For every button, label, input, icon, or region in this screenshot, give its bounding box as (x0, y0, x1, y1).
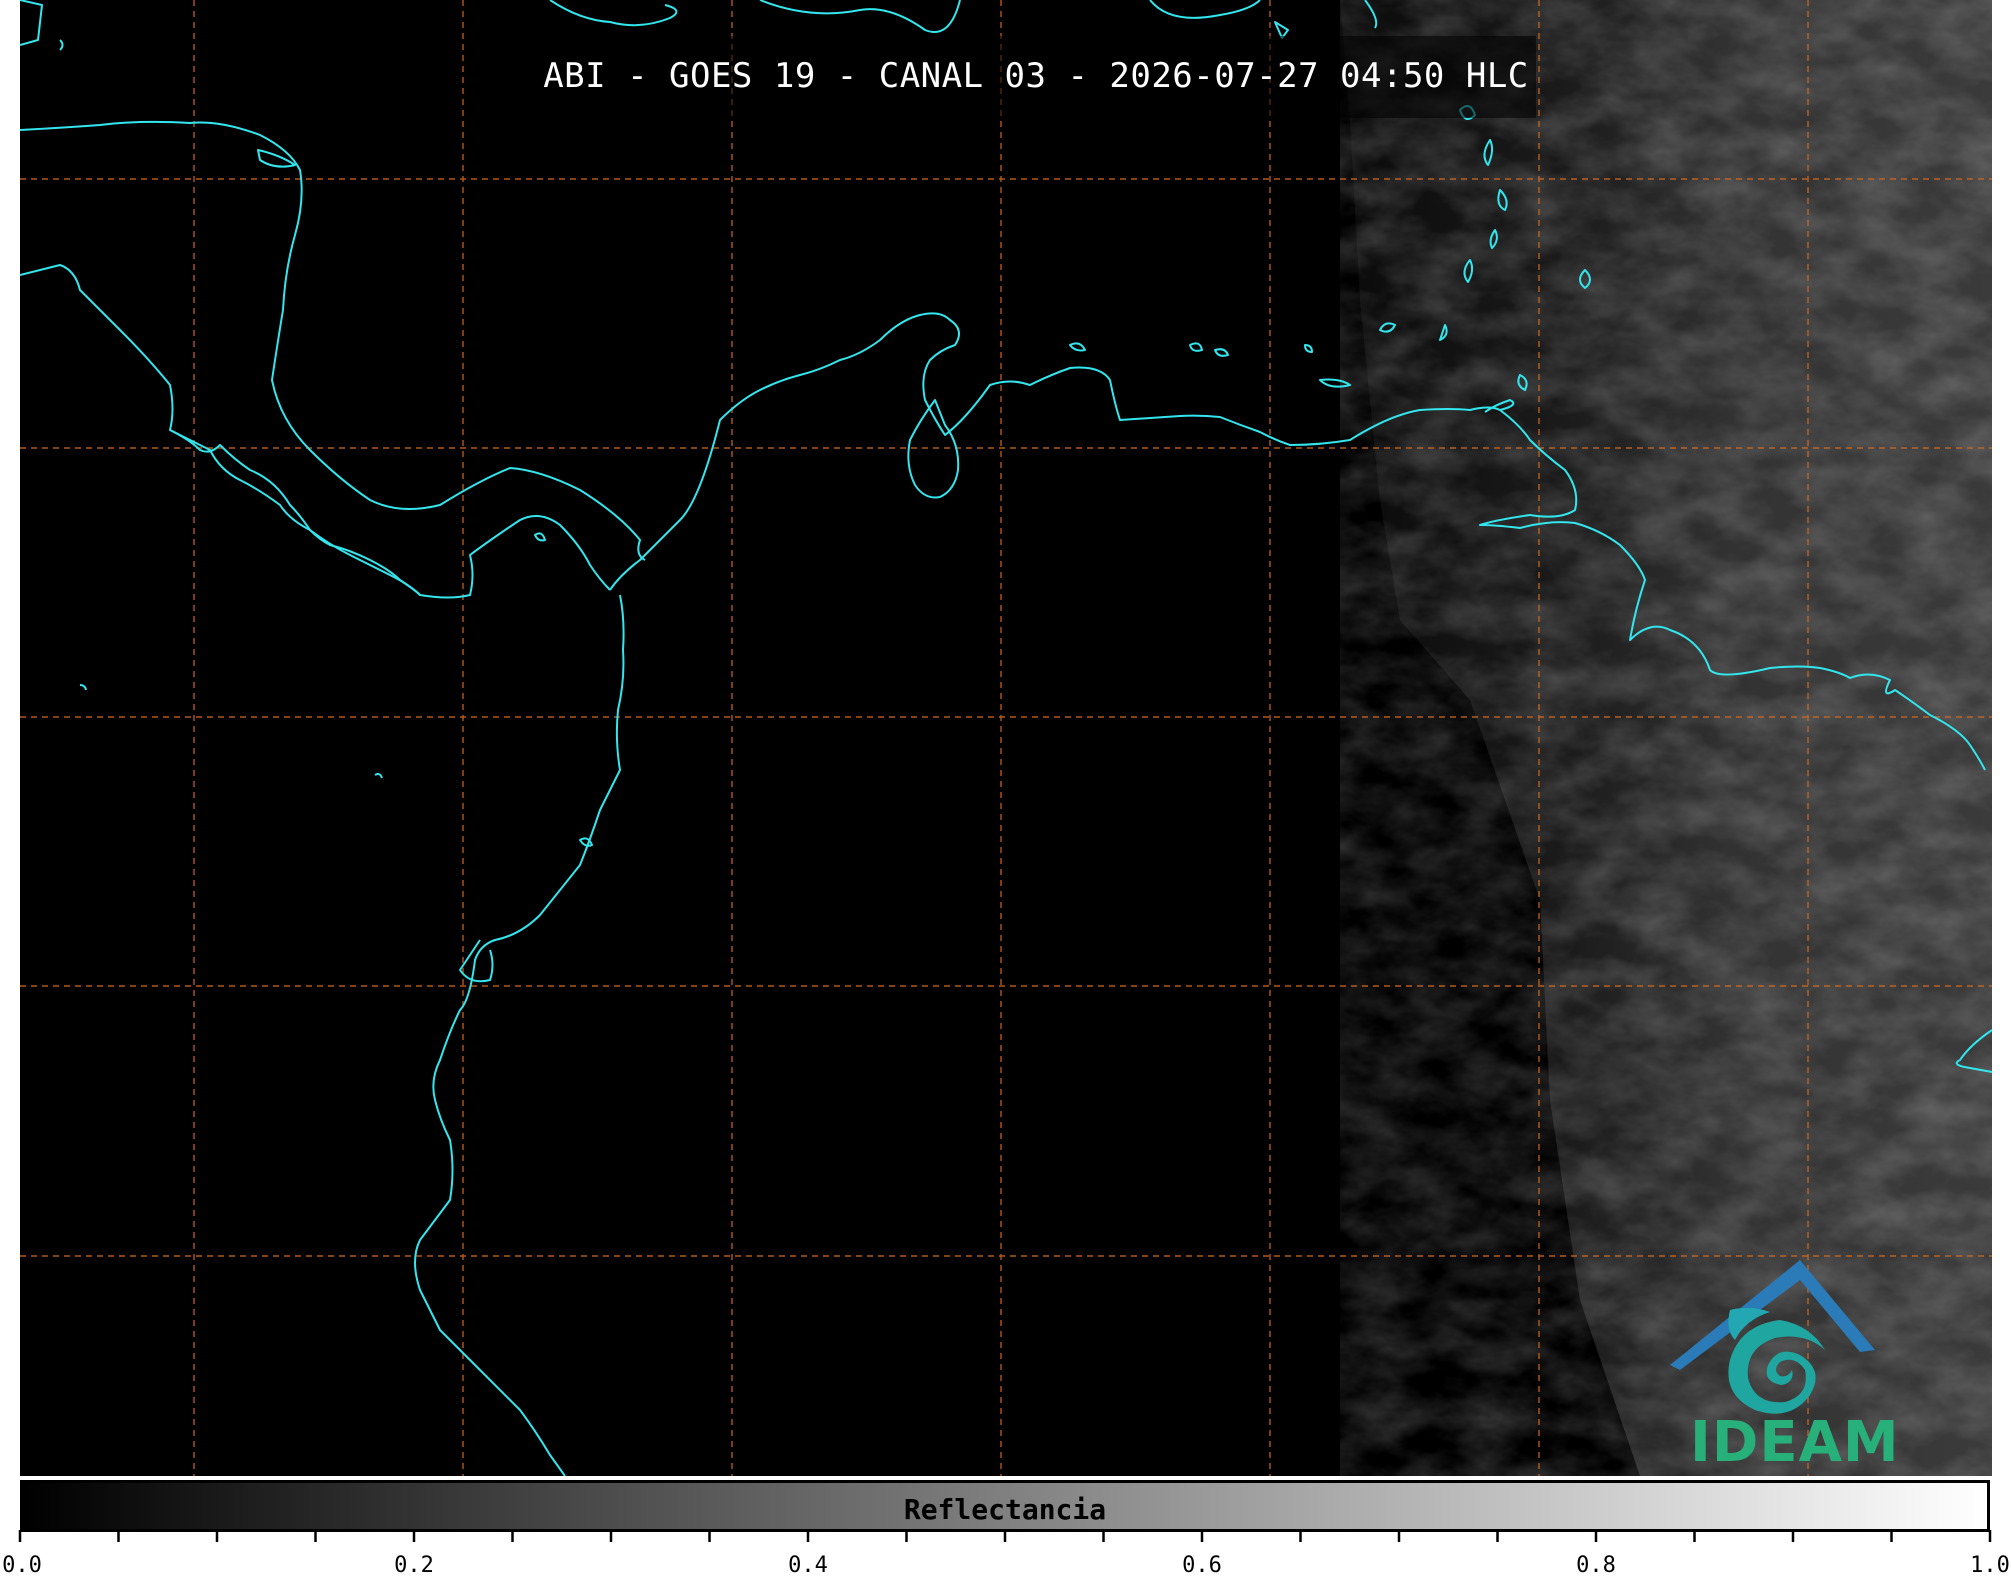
colorbar-tick-label: 0.8 (1576, 1553, 1616, 1578)
logo-swirl (1728, 1320, 1825, 1414)
map-title: ABI - GOES 19 - CANAL 03 - 2026-07-27 04… (543, 56, 1529, 96)
colorbar-tick-label: 0.6 (1182, 1553, 1222, 1578)
colorbar-axis (18, 1530, 1992, 1542)
logo-text: IDEAM (1690, 1410, 1900, 1475)
colorbar-tick-label: 0.4 (788, 1553, 828, 1578)
colorbar-tick-label: 0.0 (2, 1553, 42, 1578)
colorbar: Reflectancia (20, 1480, 1990, 1532)
colorbar-label: Reflectancia (903, 1493, 1107, 1526)
logo-roof (1670, 1260, 1875, 1370)
colorbar-tick-label: 1.0 (1970, 1553, 2010, 1578)
colorbar-tick-label: 0.2 (394, 1553, 434, 1578)
